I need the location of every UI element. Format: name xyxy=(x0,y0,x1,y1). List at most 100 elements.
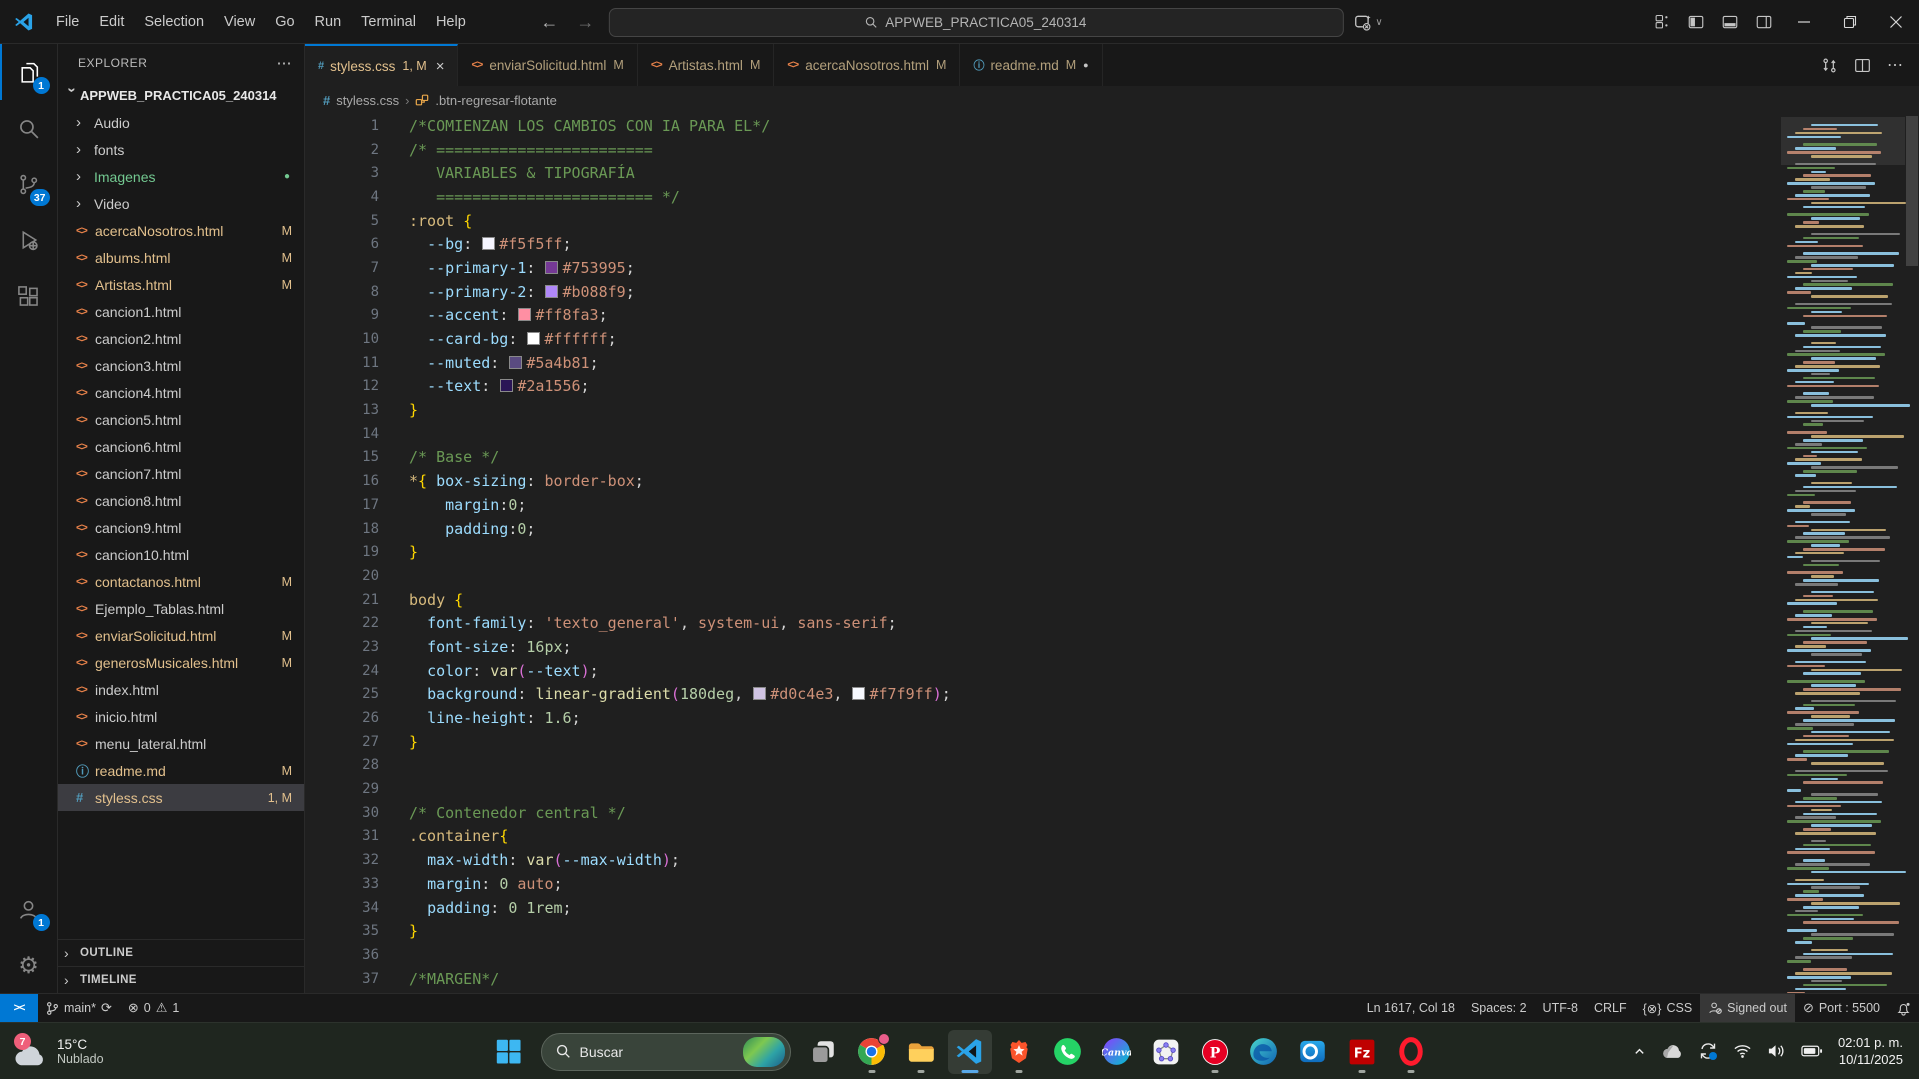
extensions-icon[interactable] xyxy=(0,268,58,324)
tree-item-menu_lateral.html[interactable]: <>menu_lateral.html xyxy=(58,730,304,757)
account-status[interactable]: Signed out xyxy=(1700,994,1795,1022)
toggle-primary-sidebar-icon[interactable] xyxy=(1679,0,1713,44)
tree-item-Video[interactable]: ›Video xyxy=(58,190,304,217)
taskbar-chrome[interactable] xyxy=(850,1030,894,1074)
restore-button[interactable] xyxy=(1827,0,1873,44)
taskbar-explorer[interactable] xyxy=(899,1030,943,1074)
source-control-icon[interactable]: 37 xyxy=(0,156,58,212)
tab-Artistas.html[interactable]: <>Artistas.htmlM xyxy=(638,44,775,86)
tab-enviarSolicitud.html[interactable]: <>enviarSolicitud.htmlM xyxy=(458,44,637,86)
encoding-status[interactable]: UTF-8 xyxy=(1535,994,1586,1022)
taskbar-taskview[interactable] xyxy=(801,1030,845,1074)
minimize-button[interactable] xyxy=(1781,0,1827,44)
taskbar-pinterest[interactable]: P xyxy=(1193,1030,1237,1074)
tree-item-albums.html[interactable]: <>albums.htmlM xyxy=(58,244,304,271)
tree-item-cancion3.html[interactable]: <>cancion3.html xyxy=(58,352,304,379)
menu-terminal[interactable]: Terminal xyxy=(351,0,426,44)
breadcrumb-file[interactable]: styless.css xyxy=(336,93,399,108)
explorer-actions-icon[interactable]: ⋯ xyxy=(277,54,293,72)
tree-root-folder[interactable]: › APPWEB_PRACTICA05_240314 xyxy=(58,82,304,109)
menu-file[interactable]: File xyxy=(46,0,89,44)
tree-item-cancion10.html[interactable]: <>cancion10.html xyxy=(58,541,304,568)
tree-item-enviarSolicitud.html[interactable]: <>enviarSolicitud.htmlM xyxy=(58,622,304,649)
customize-layout-icon[interactable] xyxy=(1645,0,1679,44)
volume-icon[interactable] xyxy=(1767,1043,1786,1059)
tree-item-fonts[interactable]: ›fonts xyxy=(58,136,304,163)
outline-section[interactable]: › OUTLINE xyxy=(58,939,304,966)
menu-help[interactable]: Help xyxy=(426,0,476,44)
battery-icon[interactable] xyxy=(1801,1044,1823,1058)
taskbar-brave[interactable] xyxy=(997,1030,1041,1074)
tree-item-acercaNosotros.html[interactable]: <>acercaNosotros.htmlM xyxy=(58,217,304,244)
scrollbar-thumb[interactable] xyxy=(1906,116,1918,266)
cursor-position[interactable]: Ln 1617, Col 18 xyxy=(1359,994,1463,1022)
editor-scrollbar[interactable] xyxy=(1905,114,1919,993)
menu-edit[interactable]: Edit xyxy=(89,0,134,44)
indentation-status[interactable]: Spaces: 2 xyxy=(1463,994,1535,1022)
split-editor-icon[interactable] xyxy=(1854,57,1871,74)
run-debug-icon[interactable] xyxy=(0,212,58,268)
tree-item-Artistas.html[interactable]: <>Artistas.htmlM xyxy=(58,271,304,298)
tree-item-cancion4.html[interactable]: <>cancion4.html xyxy=(58,379,304,406)
taskbar-outlook[interactable] xyxy=(1291,1030,1335,1074)
timeline-section[interactable]: › TIMELINE xyxy=(58,966,304,993)
toggle-panel-icon[interactable] xyxy=(1713,0,1747,44)
taskbar-opera[interactable] xyxy=(1389,1030,1433,1074)
tab-acercaNosotros.html[interactable]: <>acercaNosotros.htmlM xyxy=(774,44,960,86)
search-view-icon[interactable] xyxy=(0,100,58,156)
back-button[interactable]: ← xyxy=(536,12,562,33)
menu-view[interactable]: View xyxy=(214,0,265,44)
git-branch-status[interactable]: main* ⟳ xyxy=(38,994,120,1022)
taskbar-start[interactable] xyxy=(487,1030,531,1074)
command-center-search[interactable]: APPWEB_PRACTICA05_240314 xyxy=(608,8,1343,37)
tree-item-cancion6.html[interactable]: <>cancion6.html xyxy=(58,433,304,460)
tab-styless.css[interactable]: #styless.css1, M× xyxy=(305,44,458,86)
tree-item-cancion2.html[interactable]: <>cancion2.html xyxy=(58,325,304,352)
weather-widget[interactable]: 7 15°C Nublado xyxy=(0,1035,230,1067)
remote-indicator-icon[interactable]: >< xyxy=(0,994,38,1022)
settings-gear-icon[interactable]: ⚙ xyxy=(0,937,58,993)
tree-item-inicio.html[interactable]: <>inicio.html xyxy=(58,703,304,730)
problems-status[interactable]: ⊗ 0 ⚠ 1 xyxy=(120,994,187,1022)
breadcrumb-symbol[interactable]: .btn-regresar-flotante xyxy=(435,93,556,108)
taskbar-whatsapp[interactable] xyxy=(1046,1030,1090,1074)
clock[interactable]: 02:01 p. m. 10/11/2025 xyxy=(1838,1034,1903,1068)
code-editor[interactable]: 1/*COMIENZAN LOS CAMBIOS CON IA PARA EL*… xyxy=(305,114,1919,993)
tree-item-generosMusicales.html[interactable]: <>generosMusicales.htmlM xyxy=(58,649,304,676)
tree-item-cancion7.html[interactable]: <>cancion7.html xyxy=(58,460,304,487)
taskbar-filezilla[interactable]: Fz xyxy=(1340,1030,1384,1074)
minimap[interactable] xyxy=(1781,114,1905,993)
onedrive-icon[interactable] xyxy=(1661,1044,1683,1059)
explorer-icon[interactable]: 1 xyxy=(0,44,58,100)
tree-item-Imagenes[interactable]: ›Imagenes● xyxy=(58,163,304,190)
tree-item-readme.md[interactable]: ⓘreadme.mdM xyxy=(58,757,304,784)
language-mode[interactable]: {⊗} CSS xyxy=(1635,994,1701,1022)
wifi-icon[interactable] xyxy=(1733,1043,1752,1059)
tree-item-contactanos.html[interactable]: <>contactanos.htmlM xyxy=(58,568,304,595)
tree-item-Audio[interactable]: ›Audio xyxy=(58,109,304,136)
menu-go[interactable]: Go xyxy=(265,0,304,44)
search-highlight-image[interactable] xyxy=(743,1037,785,1067)
tree-item-Ejemplo_Tablas.html[interactable]: <>Ejemplo_Tablas.html xyxy=(58,595,304,622)
tree-item-cancion8.html[interactable]: <>cancion8.html xyxy=(58,487,304,514)
more-actions-icon[interactable]: ⋯ xyxy=(1887,55,1903,75)
close-button[interactable] xyxy=(1873,0,1919,44)
tree-item-index.html[interactable]: <>index.html xyxy=(58,676,304,703)
taskbar-vscode[interactable] xyxy=(948,1030,992,1074)
forward-button[interactable]: → xyxy=(572,12,598,33)
toggle-secondary-sidebar-icon[interactable] xyxy=(1747,0,1781,44)
breadcrumb[interactable]: # styless.css › .btn-regresar-flotante xyxy=(305,86,1919,114)
close-tab-icon[interactable]: × xyxy=(436,58,445,75)
notifications-bell-icon[interactable] xyxy=(1888,994,1919,1022)
tab-readme.md[interactable]: ⓘreadme.mdM● xyxy=(960,44,1102,86)
menu-run[interactable]: Run xyxy=(305,0,352,44)
update-sync-icon[interactable] xyxy=(1698,1041,1718,1061)
taskbar-geogebra[interactable] xyxy=(1144,1030,1188,1074)
taskbar-search[interactable]: Buscar xyxy=(541,1033,791,1071)
tree-item-styless.css[interactable]: #styless.css1, M xyxy=(58,784,304,811)
account-icon[interactable]: 1 xyxy=(0,881,58,937)
tray-chevron-icon[interactable] xyxy=(1633,1045,1646,1058)
open-changes-icon[interactable] xyxy=(1821,57,1838,74)
tree-item-cancion9.html[interactable]: <>cancion9.html xyxy=(58,514,304,541)
menu-selection[interactable]: Selection xyxy=(134,0,214,44)
